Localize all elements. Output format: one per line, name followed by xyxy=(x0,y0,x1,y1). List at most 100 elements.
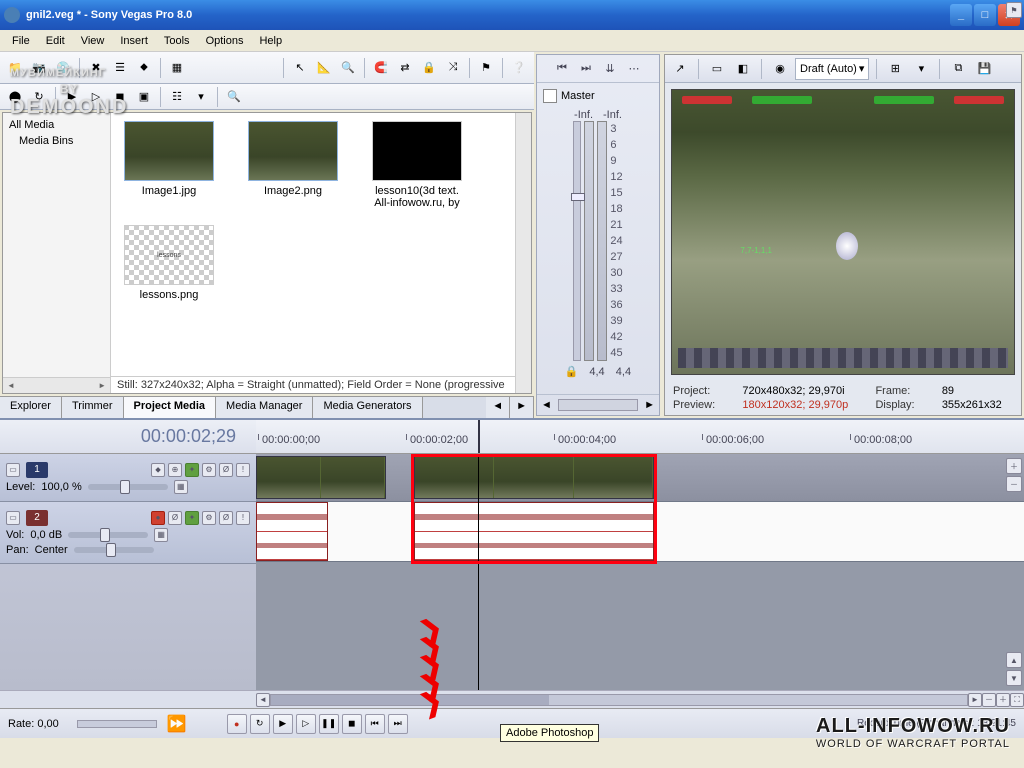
thumb-lessons[interactable]: lessons lessons.png xyxy=(119,225,219,301)
views-icon[interactable]: ▦ xyxy=(166,57,188,79)
play-from-start-button[interactable]: ▶ xyxy=(273,714,293,734)
tab-trimmer[interactable]: Trimmer xyxy=(62,397,124,418)
media-vscroll[interactable] xyxy=(515,113,531,393)
tab-scroll-right[interactable]: ► xyxy=(510,397,534,418)
mute-icon[interactable]: Ø xyxy=(219,463,233,477)
vzoom-in-icon[interactable]: ＋ xyxy=(1006,458,1022,474)
hscroll-right[interactable]: ► xyxy=(968,693,982,707)
track-fx-icon[interactable]: ✦ xyxy=(185,463,199,477)
timecode-display[interactable]: 00:00:02;29 xyxy=(0,420,256,453)
tree-media-bins[interactable]: Media Bins xyxy=(7,133,106,149)
track-fx-icon[interactable]: ✦ xyxy=(185,511,199,525)
go-start-button[interactable]: ⏮ xyxy=(365,714,385,734)
marker-icon[interactable]: ⚑ xyxy=(475,57,497,79)
menu-edit[interactable]: Edit xyxy=(38,33,73,49)
track-min-icon[interactable]: ▭ xyxy=(6,463,20,477)
remove-icon[interactable]: ✖ xyxy=(85,57,107,79)
meter-prev-icon[interactable]: ⏮ xyxy=(553,60,571,78)
vol-slider[interactable] xyxy=(68,532,148,538)
automation-icon[interactable]: ⚙ xyxy=(202,463,216,477)
invert-phase-icon[interactable]: Ø xyxy=(168,511,182,525)
go-end-button[interactable]: ⏭ xyxy=(388,714,408,734)
timeline-ruler[interactable]: 00:00:00;00 00:00:02;00 00:00:04;00 00:0… xyxy=(256,420,1024,453)
video-clip-1[interactable] xyxy=(256,456,386,499)
bypass-fx-icon[interactable]: ⬥ xyxy=(151,463,165,477)
track-height-up-icon[interactable]: ▲ xyxy=(1006,652,1022,668)
preview-fx-icon[interactable]: ▭ xyxy=(706,58,728,80)
level-slider[interactable] xyxy=(88,484,168,490)
track-min-icon[interactable]: ▭ xyxy=(6,511,20,525)
play-icon[interactable]: ▷ xyxy=(85,86,107,108)
meter-next-icon[interactable]: ⏭ xyxy=(577,60,595,78)
pan-slider[interactable] xyxy=(74,547,154,553)
rate-slider[interactable] xyxy=(77,720,157,728)
capture-icon[interactable]: 📷 xyxy=(28,57,50,79)
properties-icon[interactable]: ☰ xyxy=(109,57,131,79)
playhead[interactable] xyxy=(478,420,480,453)
maximize-button[interactable]: □ xyxy=(974,4,996,26)
meter-hscroll[interactable] xyxy=(558,399,638,411)
meter-scroll-right[interactable]: ► xyxy=(644,399,655,411)
record-icon[interactable]: ⬤ xyxy=(4,86,26,108)
track-header-1[interactable]: ▭ 1 ⬥ ⊕ ✦ ⚙ Ø ! Level: 100,0 % ▦ xyxy=(0,454,256,502)
hzoom-out-icon[interactable]: － xyxy=(982,693,996,707)
preview-ext-icon[interactable]: ↗ xyxy=(669,58,691,80)
menu-view[interactable]: View xyxy=(73,33,113,49)
get-media-icon[interactable]: 💿 xyxy=(52,57,74,79)
audio-clip-1[interactable] xyxy=(256,502,328,561)
tab-project-media[interactable]: Project Media xyxy=(124,397,217,418)
list-view-icon[interactable]: ☷ xyxy=(166,86,188,108)
timeline-hscroll[interactable] xyxy=(270,694,968,706)
play-button[interactable]: ▷ xyxy=(296,714,316,734)
import-icon[interactable]: 📁 xyxy=(4,57,26,79)
preview-save-icon[interactable]: 💾 xyxy=(973,58,995,80)
thumb-image1[interactable]: Image1.jpg xyxy=(119,121,219,209)
preview-quality-icon[interactable]: ◉ xyxy=(769,58,791,80)
media-tree[interactable]: All Media Media Bins xyxy=(3,113,111,393)
stop-icon[interactable]: ◼ xyxy=(109,86,131,108)
arm-record-icon[interactable]: ● xyxy=(151,511,165,525)
preview-quality-dropdown[interactable]: Draft (Auto)▾ xyxy=(795,58,869,80)
play-start-icon[interactable]: ▶ xyxy=(61,86,83,108)
fx-icon[interactable]: ⬥ xyxy=(133,57,155,79)
snap-icon[interactable]: 🧲 xyxy=(370,57,392,79)
tab-media-manager[interactable]: Media Manager xyxy=(216,397,313,418)
record-button[interactable]: ● xyxy=(227,714,247,734)
menu-tools[interactable]: Tools xyxy=(156,33,198,49)
track-lanes[interactable]: ＋ － ▲ ▼ xyxy=(256,454,1024,690)
menu-file[interactable]: File xyxy=(4,33,38,49)
video-preview[interactable]: 7,7-1,1,1 xyxy=(671,89,1015,375)
master-fader[interactable] xyxy=(573,121,581,361)
vol-mode-icon[interactable]: ▦ xyxy=(154,528,168,542)
minimize-button[interactable]: _ xyxy=(950,4,972,26)
tool-envelope-icon[interactable]: 📐 xyxy=(313,57,335,79)
loop-button[interactable]: ↻ xyxy=(250,714,270,734)
track-height-down-icon[interactable]: ▼ xyxy=(1006,670,1022,686)
fit-icon[interactable]: ⛶ xyxy=(1010,693,1024,707)
track-header-2[interactable]: ▭ 2 ● Ø ✦ ⚙ Ø ! Vol: 0,0 dB ▦ xyxy=(0,502,256,564)
vzoom-out-icon[interactable]: － xyxy=(1006,476,1022,492)
preview-copy-icon[interactable]: ⧉ xyxy=(947,58,969,80)
what-icon[interactable]: ❔ xyxy=(508,57,530,79)
tree-all-media[interactable]: All Media xyxy=(7,117,106,133)
master-checkbox[interactable] xyxy=(543,89,557,103)
shuttle-icon[interactable]: ⏩ xyxy=(167,714,187,734)
crossfade-icon[interactable]: ⤨ xyxy=(442,57,464,79)
solo-icon[interactable]: ! xyxy=(236,463,250,477)
hzoom-in-icon[interactable]: ＋ xyxy=(996,693,1010,707)
hscroll-left[interactable]: ◄ xyxy=(256,693,270,707)
solo-icon[interactable]: ! xyxy=(236,511,250,525)
end-icon[interactable]: ▣ xyxy=(133,86,155,108)
dropdown-icon[interactable]: ▾ xyxy=(190,86,212,108)
meter-down-icon[interactable]: ⇊ xyxy=(601,60,619,78)
timeline-marker-icon[interactable]: ⚑ xyxy=(1006,2,1022,18)
meter-scroll-left[interactable]: ◄ xyxy=(541,399,552,411)
thumb-lesson10[interactable]: lesson10(3d text. All-infowow.ru, by xyxy=(367,121,467,209)
tree-hscroll[interactable] xyxy=(3,377,110,393)
loop-icon[interactable]: ↻ xyxy=(28,86,50,108)
thumb-image2[interactable]: Image2.png xyxy=(243,121,343,209)
meter-menu-icon[interactable]: ⋯ xyxy=(625,60,643,78)
menu-help[interactable]: Help xyxy=(251,33,290,49)
audio-clip-2[interactable] xyxy=(414,502,654,561)
search-icon[interactable]: 🔍 xyxy=(223,86,245,108)
